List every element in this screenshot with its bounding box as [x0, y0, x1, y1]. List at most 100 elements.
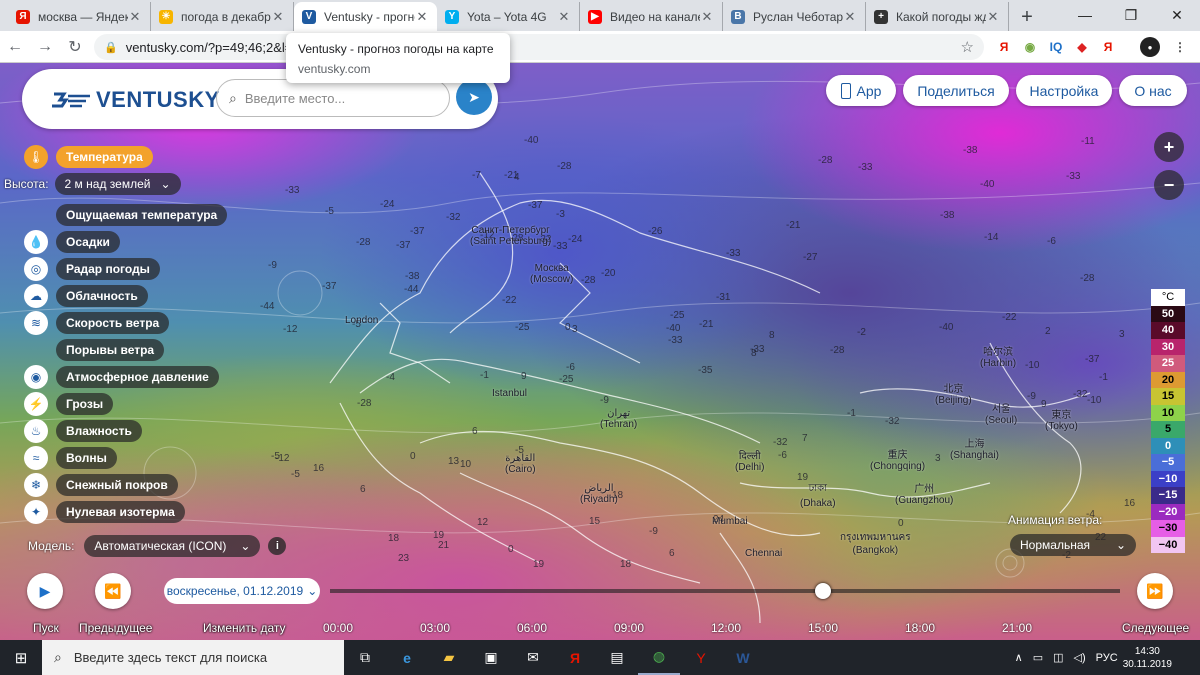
layer-item[interactable]: ◉ Атмосферное давление — [24, 365, 219, 389]
iq-ext-icon[interactable]: IQ — [1046, 37, 1066, 57]
city-label[interactable]: 重庆 (Chongqing) — [870, 446, 925, 472]
my-location-button[interactable]: ➤ — [456, 79, 492, 115]
mail-icon[interactable]: ✉ — [512, 640, 554, 675]
layer-item[interactable]: 🌡 Температура — [24, 145, 153, 169]
tab-close-icon[interactable]: ✕ — [415, 9, 429, 25]
browser-tab[interactable]: Y Yota – Yota 4G ✕ — [437, 2, 580, 31]
zoom-in-button[interactable]: + — [1154, 132, 1184, 162]
layer-item[interactable]: ≈ Волны — [24, 446, 117, 470]
city-label[interactable]: الرياض (Riyadh) — [580, 483, 618, 505]
wind-animation-select[interactable]: Нормальная ⌄ — [1010, 534, 1136, 556]
browser-tab[interactable]: ☀ погода в декабре ✕ — [151, 2, 294, 31]
date-select[interactable]: воскресенье, 01.12.2019 ⌄ — [164, 578, 320, 604]
tray-chevron-icon[interactable]: ∧ — [1015, 651, 1023, 664]
layer-item[interactable]: ≋ Скорость ветра — [24, 311, 170, 335]
city-label[interactable]: Mumbai — [712, 516, 748, 527]
layer-item[interactable]: ☁ Облачность — [24, 284, 148, 308]
city-label[interactable]: القاهرة (Cairo) — [505, 453, 536, 475]
ext-globe-icon[interactable]: ◉ — [1020, 37, 1040, 57]
store-icon[interactable]: ▣ — [470, 640, 512, 675]
yandex-icon[interactable]: Y — [680, 640, 722, 675]
tab-close-icon[interactable]: ✕ — [986, 9, 1000, 25]
file-explorer-icon[interactable]: ▰ — [428, 640, 470, 675]
share-button[interactable]: Поделиться — [903, 75, 1009, 106]
place-search-input[interactable]: ⌕ Введите место... — [216, 79, 450, 117]
model-select[interactable]: Автоматическая (ICON) ⌄ — [84, 535, 261, 557]
next-button[interactable]: ⏩ — [1137, 573, 1173, 609]
layer-item[interactable]: ✦ Нулевая изотерма — [24, 500, 185, 524]
about-button[interactable]: О нас — [1119, 75, 1187, 106]
city-label[interactable]: Chennai — [745, 548, 782, 559]
clock[interactable]: 14:30 30.11.2019 — [1123, 645, 1172, 671]
layer-item[interactable]: Ощущаемая температура — [24, 203, 228, 227]
hour-label[interactable]: 00:00 — [323, 621, 353, 635]
city-label[interactable]: กรุงเทพมหานคร (Bangkok) — [840, 530, 911, 556]
menu-kebab-icon[interactable]: ⋮ — [1170, 37, 1190, 57]
hour-label[interactable]: 03:00 — [420, 621, 450, 635]
city-label[interactable]: दिल्ली (Delhi) — [735, 448, 764, 473]
layer-item[interactable]: ❄ Снежный покров — [24, 473, 178, 497]
previous-button[interactable]: ⏪ — [95, 573, 131, 609]
city-label[interactable]: 广州 (Guangzhou) — [895, 480, 953, 506]
tab-close-icon[interactable]: ✕ — [557, 9, 571, 25]
battery-icon[interactable]: ▭ — [1033, 651, 1043, 664]
volume-icon[interactable]: ◁) — [1074, 651, 1086, 664]
profile-avatar[interactable]: ● — [1140, 37, 1160, 57]
hour-label[interactable]: 06:00 — [517, 621, 547, 635]
tab-close-icon[interactable]: ✕ — [843, 9, 857, 25]
layer-item[interactable]: ⚡ Грозы — [24, 392, 114, 416]
media-player-icon[interactable]: ▤ — [596, 640, 638, 675]
tab-close-icon[interactable]: ✕ — [128, 9, 142, 25]
city-label[interactable]: تهران (Tehran) — [600, 408, 637, 430]
layer-item[interactable]: Порывы ветра — [24, 338, 165, 362]
browser-tab[interactable]: V Ventusky - прогно ✕ — [294, 2, 437, 31]
height-select[interactable]: 2 м над землей ⌄ — [54, 173, 181, 195]
time-slider-handle[interactable] — [815, 583, 831, 599]
new-tab-button[interactable]: + — [1013, 3, 1041, 31]
city-label[interactable]: Санкт-Петербург (Saint Petersburg) — [470, 225, 551, 247]
info-icon[interactable]: i — [268, 537, 287, 555]
reload-icon[interactable]: ↻ — [60, 37, 90, 57]
hour-label[interactable]: 21:00 — [1002, 621, 1032, 635]
url-input[interactable]: 🔒 ventusky.com/?p=49;46;2&l= ☆ — [94, 34, 984, 60]
zoom-out-button[interactable]: − — [1154, 170, 1184, 200]
browser-tab[interactable]: В Руслан Чеботарев✕ — [723, 2, 866, 31]
edge-icon[interactable]: e — [386, 640, 428, 675]
browser-tab[interactable]: + Какой погоды жд ✕ — [866, 2, 1009, 31]
ext-diamond-icon[interactable]: ◆ — [1072, 37, 1092, 57]
task-view-icon[interactable]: ⧉ — [344, 640, 386, 675]
city-label[interactable]: London — [345, 315, 378, 326]
city-label[interactable]: Istanbul — [492, 388, 527, 399]
minimize-icon[interactable]: — — [1062, 0, 1108, 30]
network-icon[interactable]: ◫ — [1053, 651, 1063, 664]
taskbar-search-input[interactable]: ⌕ Введите здесь текст для поиска — [42, 640, 344, 675]
layer-item[interactable]: 💧 Осадки — [24, 230, 120, 254]
back-icon[interactable]: ← — [0, 38, 30, 56]
browser-tab[interactable]: ▶ Видео на канале ✕ — [580, 2, 723, 31]
settings-button[interactable]: Настройка — [1016, 75, 1112, 106]
hour-label[interactable]: 12:00 — [711, 621, 741, 635]
ventusky-logo[interactable]: VENTUSKY — [52, 87, 220, 113]
city-label[interactable]: 北京 (Beijing) — [935, 380, 972, 406]
city-label[interactable]: 上海 (Shanghai) — [950, 435, 999, 461]
bookmark-star-icon[interactable]: ☆ — [961, 38, 974, 56]
weather-map[interactable]: -25-12-25-32-24-3-20-1-5-28-24-44-6-3210… — [0, 63, 1200, 640]
yandex-ext-icon[interactable]: Я — [994, 37, 1014, 57]
hour-label[interactable]: 09:00 — [614, 621, 644, 635]
city-label[interactable]: 哈尔滨 (Harbin) — [980, 343, 1016, 369]
app-button[interactable]: App — [826, 75, 896, 106]
forward-icon[interactable]: → — [30, 38, 60, 56]
word-icon[interactable]: W — [722, 640, 764, 675]
yandex-ext2-icon[interactable]: Я — [1098, 37, 1118, 57]
hour-label[interactable]: 18:00 — [905, 621, 935, 635]
hour-label[interactable]: 15:00 — [808, 621, 838, 635]
browser-tab[interactable]: Ямосква — Яндекс ✕ — [8, 2, 151, 31]
tab-close-icon[interactable]: ✕ — [700, 9, 714, 25]
layer-item[interactable]: ◎ Радар погоды — [24, 257, 160, 281]
city-label[interactable]: 서울 (Seoul) — [985, 400, 1017, 426]
city-label[interactable]: ঢাকা (Dhaka) — [800, 481, 836, 509]
yandex-browser-icon[interactable]: Я — [554, 640, 596, 675]
restore-icon[interactable]: ❐ — [1108, 0, 1154, 30]
layer-item[interactable]: ♨ Влажность — [24, 419, 142, 443]
windows-start-icon[interactable]: ⊞ — [0, 640, 42, 675]
